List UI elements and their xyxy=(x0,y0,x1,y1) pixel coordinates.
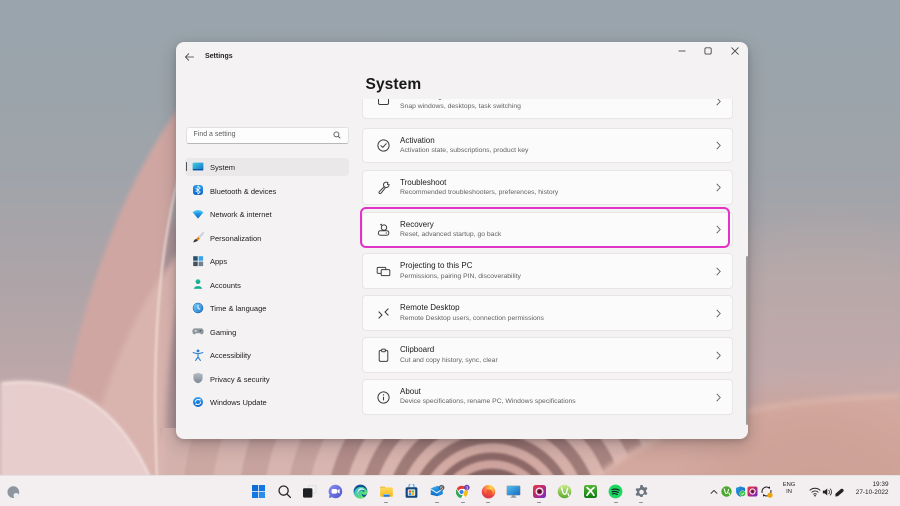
svg-text:3: 3 xyxy=(465,485,468,491)
svg-text:5: 5 xyxy=(440,485,443,491)
